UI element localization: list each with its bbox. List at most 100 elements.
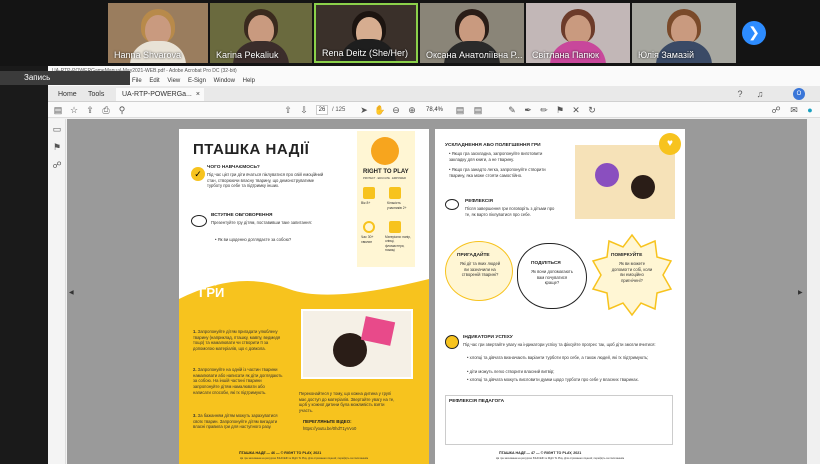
reflect-share-title: ПОДІЛІТЬСЯ [531, 261, 561, 266]
reflect-recall-text: Які дії та яких людей ви зазначили на ст… [459, 261, 501, 278]
tab-tools[interactable]: Tools [82, 88, 110, 101]
acrobat-badge-icon[interactable]: ● [804, 104, 816, 116]
clock-icon [363, 221, 375, 233]
hand-icon[interactable]: ✋ [374, 104, 386, 116]
stamp-icon[interactable]: ⚑ [554, 104, 566, 116]
page-number-input[interactable]: 26 [316, 105, 328, 115]
scroll-left-arrow[interactable]: ◀ [69, 289, 74, 296]
prev-page-icon[interactable]: ⇧ [282, 104, 294, 116]
search-icon[interactable]: ⚲ [116, 104, 128, 116]
menu-help[interactable]: Help [243, 78, 255, 84]
zoom-level[interactable]: 78,4% [426, 105, 443, 115]
save-icon[interactable]: ▤ [52, 104, 64, 116]
attachment-icon[interactable]: ☍ [51, 159, 63, 171]
success-heading: ІНДИКАТОРИ УСПІХУ [463, 335, 513, 340]
zoom-in-icon[interactable]: ⊕ [406, 104, 418, 116]
tab-close-icon[interactable]: × [196, 88, 200, 101]
participant-name: Оксана Анатоліївна Р... [426, 50, 523, 60]
fit-page-icon[interactable]: ▤ [454, 104, 466, 116]
window-title: UA-RTP-POWERGameManual-May2021-WEB.pdf -… [48, 66, 820, 76]
teacher-reflection-heading: РЕФЛЕКСІЯ ПЕДАГОГА [449, 399, 505, 404]
adapt-item-1: • Якщо гра заскладна, запропонуйте вигот… [449, 151, 543, 162]
kids-illustration [575, 145, 675, 219]
recording-indicator[interactable]: Запись [0, 71, 130, 85]
adapt-heading: УСКЛАДНЕННЯ АБО ПОЛЕГШЕННЯ ГРИ [445, 143, 541, 148]
tab-document[interactable]: UA-RTP-POWERGa... × [116, 88, 204, 101]
intro-heading: ВСТУПНЕ ОБГОВОРЕННЯ [211, 213, 273, 218]
age-icon [363, 187, 375, 199]
zoom-video-strip: Hanna Shvarova Karina Pekaliuk Rena Deit… [0, 0, 820, 66]
pdf-page-left: ПТАШКА НАДІЇ ✓ ЧОГО НАВЧАЄМОСЬ? Під час … [179, 129, 429, 464]
tab-document-label: UA-RTP-POWERGa... [122, 91, 192, 98]
participant-tile[interactable]: Юлія Замазій [632, 3, 736, 63]
heart-hand-icon: ♥ [659, 133, 681, 155]
upload-icon[interactable]: ⇪ [84, 104, 96, 116]
menu-edit[interactable]: Edit [149, 78, 159, 84]
pen-icon[interactable]: ✒ [522, 104, 534, 116]
success-item-3: • хлопці та дівчата можуть висловити дум… [467, 377, 639, 382]
success-item-1-text: хлопці та дівчата визначають варіанти ту… [469, 355, 649, 360]
participant-tile[interactable]: Hanna Shvarova [108, 3, 208, 63]
participant-tile[interactable]: Rena Deitz (She/Her) [314, 3, 418, 63]
speech-bubble-icon [445, 199, 459, 210]
game-info-panel: RIGHT TO PLAY PROTECT · EDUCATE · EMPOWE… [357, 131, 415, 267]
next-page-icon[interactable]: ⇩ [298, 104, 310, 116]
participant-name: Юлія Замазій [638, 50, 694, 60]
participant-tile[interactable]: Karina Pekaliuk [210, 3, 312, 63]
share-link-icon[interactable]: ☍ [770, 104, 782, 116]
help-icon[interactable]: ? [734, 88, 746, 100]
tab-home[interactable]: Home [52, 88, 83, 101]
page-footer: ПТАШКА НАДІЇ — 47 — © RIGHT TO PLAY, 202… [499, 451, 582, 455]
info-materials: Матеріали: папір, олівці, фломастери, но… [385, 235, 411, 252]
delete-icon[interactable]: ✕ [570, 104, 582, 116]
scroll-mode-icon[interactable]: ▤ [472, 104, 484, 116]
right-scrollbar[interactable] [807, 119, 820, 464]
page-title: ПТАШКА НАДІЇ [193, 141, 310, 158]
game-title-2: ГРИ [199, 285, 225, 300]
zoom-out-icon[interactable]: ⊖ [390, 104, 402, 116]
next-participants-button[interactable]: ❯ [742, 21, 766, 45]
menu-window[interactable]: Window [214, 78, 235, 84]
success-item-3-text: хлопці та дівчата можуть висловити думки… [469, 377, 639, 382]
players-icon [389, 187, 401, 199]
page-footer: ПТАШКА НАДІЇ — 46 — © RIGHT TO PLAY, 202… [239, 451, 322, 455]
facilitator-note: Переконайтеся у тому, що кожна дитина у … [299, 391, 395, 414]
scroll-right-arrow[interactable]: ▶ [798, 289, 803, 296]
avatar[interactable]: O [793, 88, 805, 100]
participant-name: Світлана Папюк [532, 50, 599, 60]
participant-tile[interactable]: Оксана Анатоліївна Р... [420, 3, 524, 63]
menu-view[interactable]: View [167, 78, 180, 84]
page-footer-small: Ця гра заснована на ресурсах ЮНІСЕФ та R… [495, 457, 625, 460]
email-icon[interactable]: ✉ [788, 104, 800, 116]
success-item-2: • діти можуть легко створити власний вит… [467, 369, 555, 374]
participant-name: Hanna Shvarova [114, 50, 182, 60]
menu-file[interactable]: File [132, 78, 142, 84]
basketball-icon [371, 137, 399, 165]
pdf-page-right: УСКЛАДНЕННЯ АБО ПОЛЕГШЕННЯ ГРИ • Якщо гр… [435, 129, 685, 464]
video-link[interactable]: https://youtu.be/0hdT1yVvo0 [303, 426, 356, 432]
pages-icon[interactable]: ▭ [51, 123, 63, 135]
rotate-icon[interactable]: ↻ [586, 104, 598, 116]
print-icon[interactable]: ⎙ [100, 104, 112, 116]
step-2: 2. Запропонуйте на одній із частин твари… [193, 367, 283, 395]
tab-bar: Home Tools UA-RTP-POWERGa... × ? ♫ O [48, 86, 820, 102]
step-3-text: За бажанням дітям можуть зарахуватися св… [193, 413, 278, 430]
toolbar: ▤ ☆ ⇪ ⎙ ⚲ ⇧ ⇩ 26 / 125 ➤ ✋ ⊖ ⊕ 78,4% ▤ ▤… [48, 102, 820, 118]
comment-icon[interactable]: ✎ [506, 104, 518, 116]
reflect-think-title: ПОМІРКУЙТЕ [611, 253, 643, 258]
intro-question: • Як ви щоденно доглядаєте за собою? [215, 237, 292, 242]
menu-esign[interactable]: E-Sign [188, 78, 206, 84]
video-label: ПЕРЕГЛЯНЬТЕ ВІДЕО: [303, 419, 352, 424]
page-total: / 125 [332, 107, 346, 113]
bookmark-star-icon[interactable]: ☆ [68, 104, 80, 116]
step-1: 1. Запропонуйте дітям пригадати улюблену… [193, 329, 281, 352]
document-viewport[interactable]: ◀ ▶ ПТАШКА НАДІЇ ✓ ЧОГО НАВЧАЄМОСЬ? Під … [67, 119, 807, 464]
why-heading: ЧОГО НАВЧАЄМОСЬ? [207, 165, 260, 170]
logo-subtext: PROTECT · EDUCATE · EMPOWER [363, 177, 406, 180]
info-players: Кількість учасників 2+ [387, 201, 407, 210]
participant-tile[interactable]: Світлана Папюк [526, 3, 630, 63]
bell-icon[interactable]: ♫ [754, 88, 766, 100]
select-cursor-icon[interactable]: ➤ [358, 104, 370, 116]
bookmark-icon[interactable]: ⚑ [51, 141, 63, 153]
highlighter-icon[interactable]: ✏ [538, 104, 550, 116]
